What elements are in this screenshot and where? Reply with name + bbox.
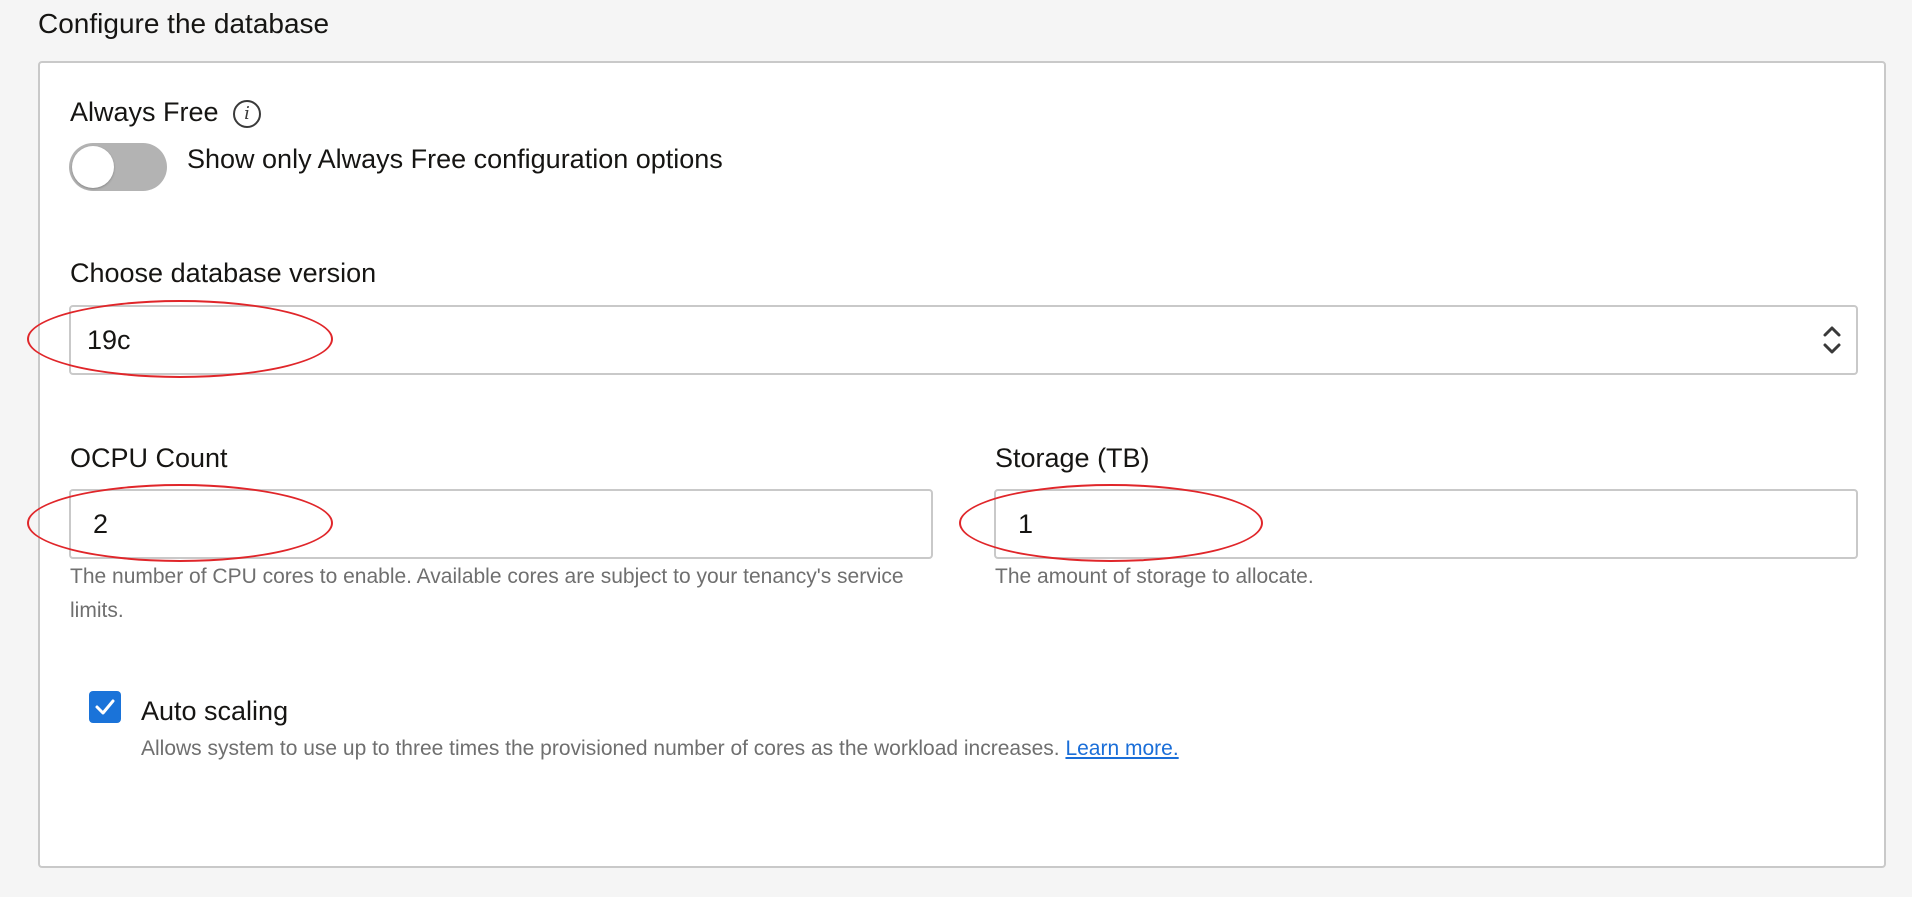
info-icon[interactable]: i	[233, 100, 261, 128]
toggle-knob	[72, 146, 114, 188]
auto-scaling-help: Allows system to use up to three times t…	[141, 732, 1179, 766]
database-version-select[interactable]: 19c	[69, 305, 1858, 375]
storage-input[interactable]	[994, 489, 1858, 559]
ocpu-count-input[interactable]	[69, 489, 933, 559]
database-version-label: Choose database version	[70, 258, 377, 288]
auto-scaling-help-text: Allows system to use up to three times t…	[141, 737, 1060, 760]
always-free-toggle-label: Show only Always Free configuration opti…	[187, 144, 723, 174]
ocpu-count-help: The number of CPU cores to enable. Avail…	[70, 565, 904, 622]
up-down-chevron-icon	[1820, 319, 1844, 361]
storage-help: The amount of storage to allocate.	[995, 565, 1314, 588]
always-free-label: Always Free	[70, 97, 219, 127]
section-title: Configure the database	[38, 8, 330, 39]
ocpu-count-label: OCPU Count	[70, 443, 228, 473]
auto-scaling-label: Auto scaling	[141, 696, 289, 726]
configure-database-panel: Always Free i Show only Always Free conf…	[27, 61, 1886, 868]
always-free-toggle[interactable]	[69, 143, 167, 191]
storage-label: Storage (TB)	[995, 443, 1150, 473]
checkmark-icon	[95, 699, 115, 715]
auto-scaling-checkbox[interactable]	[89, 691, 121, 723]
database-version-value: 19c	[87, 325, 131, 355]
learn-more-link[interactable]: Learn more.	[1065, 737, 1178, 760]
